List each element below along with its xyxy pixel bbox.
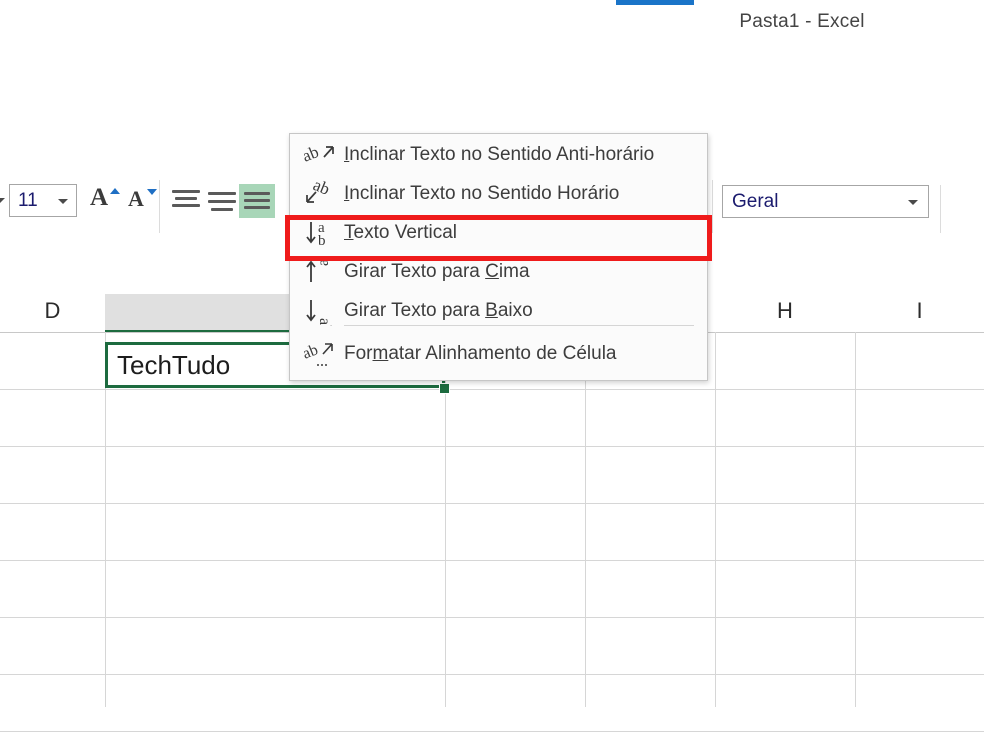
svg-text:ab: ab	[315, 257, 332, 266]
column-header-I[interactable]: I	[855, 290, 984, 332]
ribbon-tab-bar: DA PÁGINA FÓRMULAS DADOS REVISÃO EXIBIÇÃ…	[0, 40, 984, 85]
menu-item-label: Formatar Alinhamento de Célula	[344, 343, 616, 365]
align-bottom-button[interactable]	[239, 184, 275, 218]
rotate-text-down-icon: ab	[304, 296, 336, 326]
menu-item-label: Inclinar Texto no Sentido Horário	[344, 183, 619, 205]
grid-row-line	[0, 389, 984, 390]
font-name-dropdown-caret[interactable]	[0, 198, 5, 203]
menu-item-label: Inclinar Texto no Sentido Anti-horário	[344, 144, 654, 166]
svg-text:ab: ab	[304, 142, 321, 166]
decrease-font-arrow-icon	[147, 189, 157, 195]
vertical-text-icon: a b	[304, 218, 336, 248]
svg-text:ab: ab	[304, 341, 321, 362]
increase-font-size-button[interactable]: A	[88, 184, 122, 218]
grid-row-line	[0, 560, 984, 561]
grid-row-line	[0, 674, 984, 675]
grid-row-line	[0, 446, 984, 447]
column-header-D[interactable]: D	[0, 290, 105, 332]
active-window-tab-marker[interactable]	[616, 0, 694, 5]
decrease-font-size-button[interactable]: A	[126, 184, 160, 218]
rotate-text-clockwise-icon: ab	[304, 179, 336, 209]
window-title: Pasta1 - Excel	[620, 9, 984, 35]
svg-text:ab: ab	[311, 179, 333, 199]
menu-item-girar-texto-cima[interactable]: ab Girar Texto para Cima	[290, 252, 707, 291]
align-top-button[interactable]	[169, 188, 203, 214]
shrink-font-letter: A	[128, 186, 144, 212]
menu-divider	[344, 325, 694, 326]
menu-item-label: Texto Vertical	[344, 222, 457, 244]
menu-item-inclinar-anti-horario[interactable]: ab Inclinar Texto no Sentido Anti-horári…	[290, 135, 707, 174]
font-size-dropdown-caret[interactable]	[58, 199, 68, 204]
selected-cell-value: TechTudo	[117, 350, 230, 381]
title-bar: Pasta1 - Excel	[0, 0, 984, 40]
format-cell-alignment-icon: ab	[304, 339, 336, 369]
menu-item-inclinar-horario[interactable]: ab Inclinar Texto no Sentido Horário	[290, 174, 707, 213]
svg-text:ab: ab	[316, 318, 333, 326]
menu-item-label: Girar Texto para Cima	[344, 261, 530, 283]
text-orientation-menu: ab Inclinar Texto no Sentido Anti-horári…	[289, 133, 708, 381]
grid-row-line	[0, 617, 984, 618]
column-header-H[interactable]: H	[715, 290, 855, 332]
svg-text:b: b	[318, 233, 326, 248]
menu-item-formatar-alinhamento[interactable]: ab Formatar Alinhamento de Célula	[290, 334, 707, 373]
grow-font-letter: A	[90, 184, 108, 212]
font-size-input[interactable]: 11	[9, 184, 77, 217]
menu-item-texto-vertical[interactable]: a b Texto Vertical	[290, 213, 707, 252]
fill-handle[interactable]	[439, 383, 450, 394]
rotate-text-counterclockwise-icon: ab	[304, 140, 336, 170]
increase-font-arrow-icon	[110, 188, 120, 194]
number-format-value: Geral	[732, 191, 778, 213]
number-format-select[interactable]: Geral	[722, 185, 929, 218]
font-size-value: 11	[18, 190, 38, 212]
align-middle-button[interactable]	[205, 188, 239, 214]
rotate-text-up-icon: ab	[304, 257, 336, 287]
grid-row-line	[0, 503, 984, 504]
menu-item-label: Girar Texto para Baixo	[344, 300, 533, 322]
number-format-dropdown-caret[interactable]	[908, 200, 918, 205]
